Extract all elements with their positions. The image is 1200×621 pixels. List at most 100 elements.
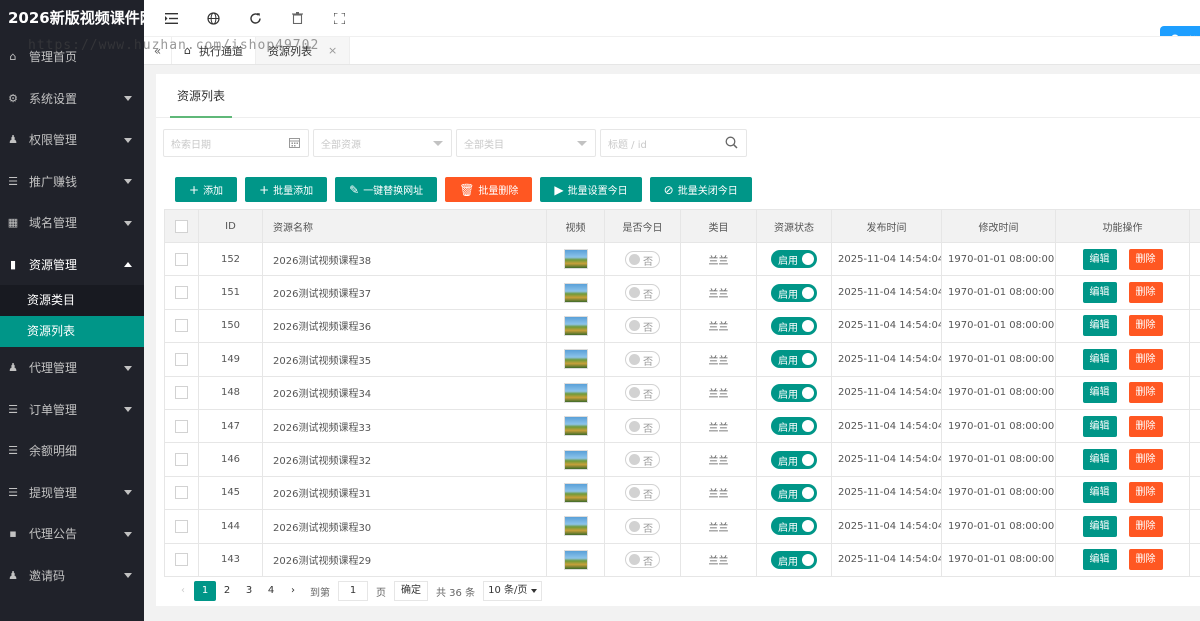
close-icon[interactable]: ×	[328, 44, 337, 57]
row-select-cell[interactable]	[164, 308, 199, 344]
goto-confirm-button[interactable]: 确定	[394, 581, 428, 601]
action-button-3[interactable]: 🗑 批量删除	[445, 177, 533, 202]
page-number-4[interactable]: 4	[260, 581, 282, 601]
video-thumbnail[interactable]	[563, 315, 588, 336]
edit-button[interactable]: 编辑	[1082, 449, 1117, 471]
action-button-0[interactable]: + 添加	[175, 177, 238, 202]
submenu-item-0[interactable]: 资源类目	[0, 285, 144, 316]
today-toggle[interactable]: 否	[625, 451, 660, 469]
video-thumbnail[interactable]	[563, 249, 588, 270]
video-thumbnail[interactable]	[563, 349, 588, 370]
sidebar-item-2[interactable]: ♟ 权限管理	[0, 119, 144, 161]
row-checkbox[interactable]	[175, 519, 188, 533]
video-thumbnail[interactable]	[563, 282, 588, 303]
delete-button[interactable]: 删除	[1128, 549, 1163, 571]
edit-button[interactable]: 编辑	[1082, 515, 1117, 537]
row-select-cell[interactable]	[164, 375, 199, 410]
action-button-5[interactable]: ⊘ 批量关闭今日	[649, 177, 752, 202]
row-checkbox[interactable]	[175, 352, 188, 366]
today-toggle[interactable]: 否	[625, 284, 660, 302]
today-toggle[interactable]: 否	[625, 250, 660, 268]
tab-resource-list[interactable]: 资源列表 ×	[255, 37, 351, 64]
delete-button[interactable]: 删除	[1128, 282, 1163, 304]
sidebar-item-7[interactable]: ☰ 订单管理	[0, 389, 144, 431]
resource-select[interactable]: 全部资源	[313, 129, 452, 157]
trash-icon[interactable]	[290, 11, 304, 25]
submenu-item-1[interactable]: 资源列表	[0, 316, 144, 347]
edit-button[interactable]: 编辑	[1082, 248, 1117, 270]
page-number-1[interactable]: 1	[194, 581, 216, 601]
status-toggle[interactable]: 启用	[771, 383, 817, 402]
tab-resource-list-content[interactable]: 资源列表	[170, 74, 233, 118]
status-toggle[interactable]: 启用	[771, 450, 817, 469]
video-thumbnail[interactable]	[563, 482, 588, 503]
video-thumbnail[interactable]	[563, 549, 588, 570]
date-filter-input[interactable]: 检索日期	[163, 129, 309, 157]
status-toggle[interactable]: 启用	[771, 517, 817, 536]
sidebar-item-5[interactable]: ▮ 资源管理	[0, 244, 144, 286]
status-toggle[interactable]: 启用	[771, 350, 817, 369]
row-select-cell[interactable]	[164, 442, 199, 477]
action-button-1[interactable]: + 批量添加	[245, 177, 328, 202]
row-checkbox[interactable]	[175, 419, 188, 433]
search-icon[interactable]	[725, 136, 738, 152]
status-toggle[interactable]: 启用	[771, 417, 817, 436]
select-all-cell[interactable]	[164, 209, 199, 243]
today-toggle[interactable]: 否	[625, 484, 660, 502]
sidebar-item-11[interactable]: ♟ 邀请码	[0, 555, 144, 597]
sidebar-item-1[interactable]: ⚙ 系统设置	[0, 78, 144, 120]
video-thumbnail[interactable]	[563, 449, 588, 470]
video-thumbnail[interactable]	[563, 382, 588, 403]
menu-collapse-icon[interactable]	[164, 11, 178, 25]
row-checkbox[interactable]	[175, 553, 188, 567]
row-checkbox[interactable]	[175, 286, 188, 300]
row-select-cell[interactable]	[164, 509, 199, 544]
sidebar-item-0[interactable]: ⌂ 管理首页	[0, 36, 144, 78]
status-toggle[interactable]: 启用	[771, 250, 817, 269]
page-next-button[interactable]: ›	[282, 581, 304, 601]
delete-button[interactable]: 删除	[1128, 449, 1163, 471]
sidebar-item-10[interactable]: ▪ 代理公告	[0, 513, 144, 555]
row-select-cell[interactable]	[164, 475, 199, 511]
today-toggle[interactable]: 否	[625, 384, 660, 402]
page-number-3[interactable]: 3	[238, 581, 260, 601]
keyword-search-input[interactable]: 标题 / id	[600, 129, 747, 157]
tab-home[interactable]: ⌂ 执行通道	[172, 37, 256, 64]
edit-button[interactable]: 编辑	[1082, 282, 1117, 304]
today-toggle[interactable]: 否	[625, 517, 660, 535]
status-toggle[interactable]: 启用	[771, 316, 817, 335]
sidebar-item-4[interactable]: ▦ 域名管理	[0, 202, 144, 244]
page-number-2[interactable]: 2	[216, 581, 238, 601]
sidebar-item-8[interactable]: ☰ 余额明细	[0, 430, 144, 472]
row-checkbox[interactable]	[175, 453, 188, 467]
row-select-cell[interactable]	[164, 275, 199, 310]
delete-button[interactable]: 删除	[1128, 382, 1163, 404]
edit-button[interactable]: 编辑	[1082, 482, 1117, 504]
globe-icon[interactable]	[206, 11, 220, 25]
per-page-select[interactable]: 10 条/页	[483, 581, 543, 601]
category-select[interactable]: 全部类目	[456, 129, 596, 157]
video-thumbnail[interactable]	[563, 516, 588, 537]
select-all-checkbox[interactable]	[175, 219, 188, 233]
status-toggle[interactable]: 启用	[771, 550, 817, 569]
status-toggle[interactable]: 启用	[771, 483, 817, 502]
row-checkbox[interactable]	[175, 386, 188, 400]
edit-button[interactable]: 编辑	[1082, 549, 1117, 571]
delete-button[interactable]: 删除	[1128, 315, 1163, 337]
edit-button[interactable]: 编辑	[1082, 315, 1117, 337]
sidebar-item-9[interactable]: ☰ 提现管理	[0, 472, 144, 514]
row-select-cell[interactable]	[164, 542, 199, 577]
action-button-4[interactable]: ▶ 批量设置今日	[540, 177, 642, 202]
goto-page-input[interactable]: 1	[338, 581, 368, 601]
edit-button[interactable]: 编辑	[1082, 415, 1117, 437]
delete-button[interactable]: 删除	[1128, 348, 1163, 370]
edit-button[interactable]: 编辑	[1082, 382, 1117, 404]
today-toggle[interactable]: 否	[625, 417, 660, 435]
row-checkbox[interactable]	[175, 319, 188, 333]
delete-button[interactable]: 删除	[1128, 248, 1163, 270]
delete-button[interactable]: 删除	[1128, 482, 1163, 504]
today-toggle[interactable]: 否	[625, 551, 660, 569]
fullscreen-icon[interactable]	[332, 11, 346, 25]
row-select-cell[interactable]	[164, 342, 199, 377]
row-checkbox[interactable]	[175, 252, 188, 266]
